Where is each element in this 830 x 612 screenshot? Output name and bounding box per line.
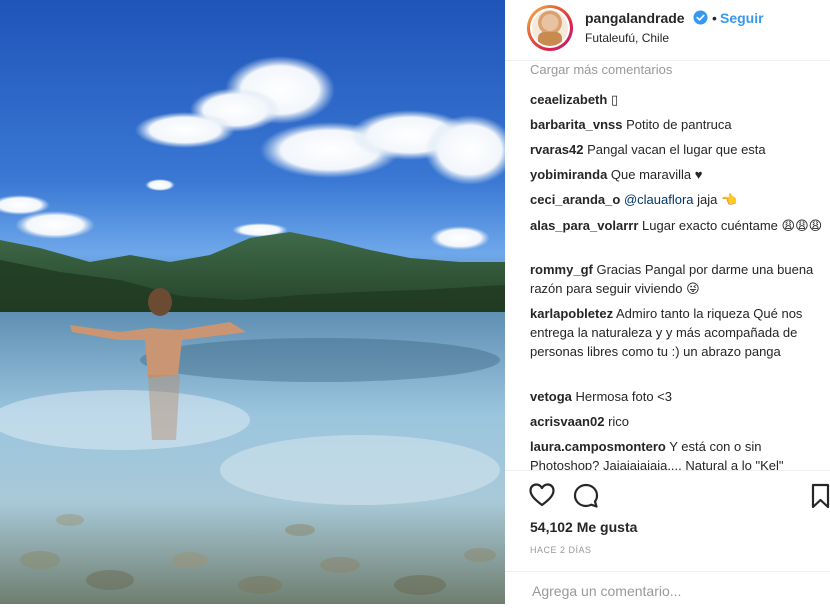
- add-comment-section: [505, 571, 830, 612]
- avatar-image: [532, 10, 568, 46]
- comment-username[interactable]: barbarita_vnss: [530, 117, 623, 132]
- comment-item: acrisvaan02 rico: [530, 412, 825, 431]
- photo-artwork: [0, 56, 505, 604]
- comment-username[interactable]: rommy_gf: [530, 262, 593, 277]
- post-side-panel: pangalandrade • Seguir Futaleufú, Chile …: [505, 0, 830, 604]
- comment-text: jaja 👈: [697, 192, 738, 207]
- add-comment-input[interactable]: [530, 582, 824, 600]
- heart-icon[interactable]: [529, 483, 555, 507]
- instagram-post: pangalandrade • Seguir Futaleufú, Chile …: [0, 0, 830, 604]
- avatar[interactable]: [527, 5, 573, 51]
- username-link[interactable]: pangalandrade: [585, 10, 685, 26]
- comment-text: Potito de pantruca: [626, 117, 732, 132]
- location-link[interactable]: Futaleufú, Chile: [585, 31, 669, 45]
- comment-icon[interactable]: [573, 483, 599, 509]
- comment-username[interactable]: acrisvaan02: [530, 414, 604, 429]
- comment-username[interactable]: alas_para_volarrr: [530, 218, 638, 233]
- separator-dot: •: [712, 10, 717, 26]
- comment-text: Lugar exacto cuéntame 😩😩😩: [642, 218, 823, 233]
- comment-text: rico: [608, 414, 630, 429]
- post-photo[interactable]: [0, 0, 505, 604]
- bookmark-icon[interactable]: [811, 483, 830, 509]
- comment-username[interactable]: ceaelizabeth: [530, 92, 607, 107]
- comment-username[interactable]: vetoga: [530, 389, 572, 404]
- verified-badge-icon: [693, 10, 708, 25]
- comment-text: Pangal vacan el lugar que esta: [587, 142, 766, 157]
- comment-item: alas_para_volarrr Lugar exacto cuéntame …: [530, 216, 825, 235]
- comment-item: ceaelizabeth ▯: [530, 90, 825, 109]
- post-actions: 54,102 Me gusta HACE 2 DÍAS: [505, 470, 830, 600]
- comment-text: Hermosa foto <3: [575, 389, 672, 404]
- avatar-ring: [530, 8, 570, 48]
- comment-item: laura.camposmontero Y está con o sin Pho…: [530, 437, 825, 470]
- comment-item: karlapobletez Admiro tanto la riqueza Qu…: [530, 304, 825, 361]
- comment-item: yobimiranda Que maravilla ♥: [530, 165, 825, 184]
- post-timestamp[interactable]: HACE 2 DÍAS: [530, 545, 592, 555]
- likes-count[interactable]: 54,102 Me gusta: [530, 519, 637, 535]
- comment-item: vetoga Hermosa foto <3: [530, 387, 825, 406]
- comment-item: rommy_gf Gracias Pangal por darme una bu…: [530, 260, 825, 298]
- comment-text: Que maravilla ♥: [610, 167, 703, 182]
- comment-username[interactable]: karlapobletez: [530, 306, 613, 321]
- comment-item: barbarita_vnss Potito de pantruca: [530, 115, 825, 134]
- comment-username[interactable]: yobimiranda: [530, 167, 607, 182]
- comments-list[interactable]: Cargar más comentarios ceaelizabeth ▯ ba…: [505, 60, 830, 470]
- comment-username[interactable]: ceci_aranda_o: [530, 192, 620, 207]
- follow-button[interactable]: Seguir: [720, 10, 764, 26]
- comment-text: ▯: [610, 92, 619, 107]
- comment-mention-link[interactable]: @clauaflora: [624, 192, 694, 207]
- comment-item: ceci_aranda_o @clauaflora jaja 👈: [530, 190, 825, 209]
- comment-username[interactable]: laura.camposmontero: [530, 439, 666, 454]
- post-header: pangalandrade • Seguir Futaleufú, Chile: [505, 0, 830, 61]
- comment-username[interactable]: rvaras42: [530, 142, 584, 157]
- comment-item: rvaras42 Pangal vacan el lugar que esta: [530, 140, 825, 159]
- load-more-comments[interactable]: Cargar más comentarios: [530, 62, 672, 77]
